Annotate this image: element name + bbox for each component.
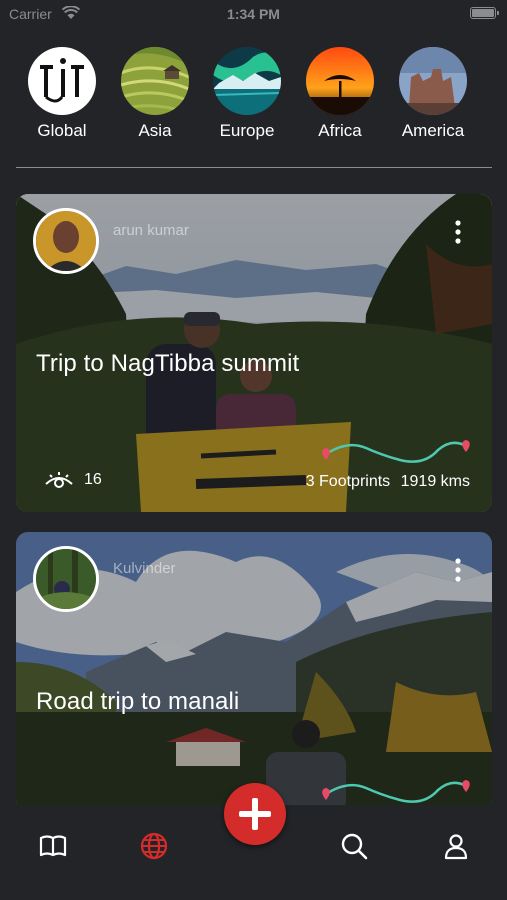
more-options-icon[interactable] xyxy=(454,557,462,583)
rice-terraces-photo xyxy=(121,47,189,115)
trip-stats: 3 Footprints 1919 kms xyxy=(306,473,470,491)
footprints-count: 3 Footprints xyxy=(305,473,391,490)
savanna-sunset-photo xyxy=(306,47,374,115)
avatar[interactable] xyxy=(33,208,99,274)
battery-icon xyxy=(470,7,499,19)
region-europe[interactable]: Europe xyxy=(207,47,287,141)
trip-title: Trip to NagTibba summit xyxy=(36,350,300,377)
trip-distance: 1919 kms xyxy=(400,473,470,490)
profile-icon[interactable] xyxy=(441,831,471,861)
book-icon[interactable] xyxy=(38,831,68,861)
trip-card[interactable]: arun kumar Trip to NagTibba summit 16 3 … xyxy=(16,194,492,512)
region-label: Asia xyxy=(138,121,172,140)
trip-title: Road trip to manali xyxy=(36,688,240,715)
section-divider xyxy=(16,167,492,168)
monument-valley-photo xyxy=(399,47,467,115)
region-global[interactable]: Global xyxy=(22,47,102,141)
search-icon[interactable] xyxy=(339,831,369,861)
region-label: America xyxy=(401,121,465,140)
views-count: 16 xyxy=(84,471,102,488)
region-label: Africa xyxy=(318,121,362,140)
region-america[interactable]: America xyxy=(393,47,473,141)
globe-icon[interactable] xyxy=(139,831,169,861)
author-name[interactable]: Kulvinder xyxy=(113,560,176,577)
region-africa[interactable]: Africa xyxy=(300,47,380,141)
global-logo-icon xyxy=(28,47,96,115)
avatar[interactable] xyxy=(33,546,99,612)
status-bar: Carrier 1:34 PM xyxy=(0,0,507,28)
aurora-photo xyxy=(213,47,281,115)
eye-icon xyxy=(45,472,73,488)
region-label: Global xyxy=(37,121,87,140)
region-selector: Global Asia Europe Africa America xyxy=(0,47,507,147)
region-asia[interactable]: Asia xyxy=(115,47,195,141)
clock: 1:34 PM xyxy=(227,6,280,22)
route-line-icon xyxy=(322,440,470,463)
author-name[interactable]: arun kumar xyxy=(113,222,189,239)
trip-card[interactable]: Kulvinder Road trip to manali xyxy=(16,532,492,812)
view-count: 16 xyxy=(44,470,102,490)
more-options-icon[interactable] xyxy=(454,219,462,245)
add-trip-button[interactable] xyxy=(224,783,286,845)
region-label: Europe xyxy=(219,121,275,140)
